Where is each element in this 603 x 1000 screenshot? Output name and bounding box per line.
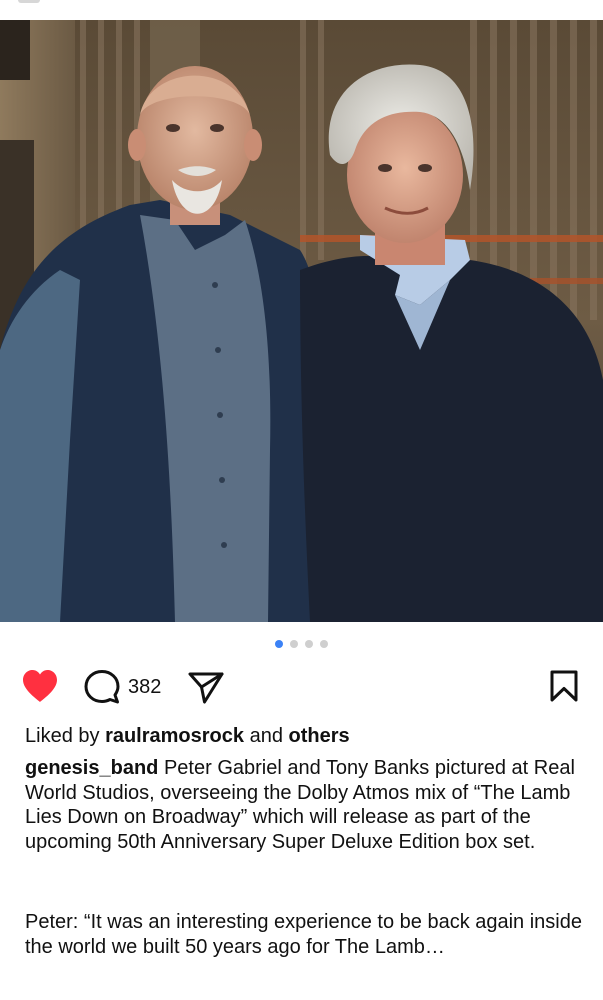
post-photo-image bbox=[0, 20, 603, 622]
comment-count[interactable]: 382 bbox=[128, 676, 161, 699]
paper-plane-icon bbox=[188, 672, 224, 704]
like-button[interactable] bbox=[21, 669, 59, 703]
author-username-link[interactable]: genesis_band bbox=[25, 757, 158, 779]
previous-post-sliver bbox=[18, 0, 40, 3]
carousel-indicator bbox=[0, 640, 603, 648]
likes-conjunction: and bbox=[249, 725, 283, 747]
comment-button[interactable]: 382 bbox=[84, 669, 161, 705]
likes-summary: Liked by raulramosrock and others bbox=[25, 724, 585, 749]
carousel-dot bbox=[305, 640, 313, 648]
bookmark-icon bbox=[550, 670, 578, 702]
heart-icon bbox=[23, 670, 57, 702]
post-action-bar: 382 bbox=[0, 665, 603, 709]
likes-others-link[interactable]: others bbox=[289, 725, 350, 747]
previous-post-edge bbox=[0, 0, 603, 20]
share-button[interactable] bbox=[187, 669, 225, 705]
caption-quote: Peter: “It was an interesting experience… bbox=[25, 911, 582, 958]
post-caption: genesis_band Peter Gabriel and Tony Bank… bbox=[25, 756, 585, 854]
carousel-dot bbox=[320, 640, 328, 648]
post-photo[interactable] bbox=[0, 20, 603, 622]
likes-prefix: Liked by bbox=[25, 725, 100, 747]
carousel-dot-active bbox=[275, 640, 283, 648]
save-button[interactable] bbox=[549, 669, 579, 703]
liked-by-user-link[interactable]: raulramosrock bbox=[105, 725, 244, 747]
instagram-post: 382 Liked by raulramosrock and others ge… bbox=[0, 0, 603, 1000]
carousel-dot bbox=[290, 640, 298, 648]
speech-bubble-icon bbox=[84, 670, 120, 704]
